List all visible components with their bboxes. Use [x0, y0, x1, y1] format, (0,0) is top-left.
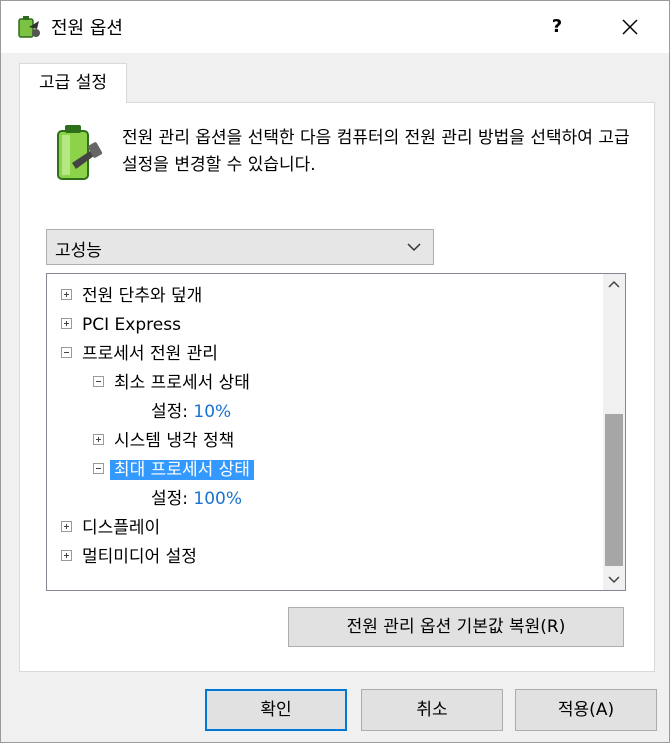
- tree-item-label: 프로세서 전원 관리: [82, 344, 218, 364]
- apply-button[interactable]: 적용(A): [515, 689, 657, 731]
- scroll-up-button[interactable]: [603, 274, 625, 296]
- tree-item-max-processor-state[interactable]: 최대 프로세서 상태: [93, 456, 254, 484]
- help-button[interactable]: ?: [535, 5, 579, 49]
- collapse-icon[interactable]: [93, 375, 104, 387]
- tree-item-processor-power[interactable]: 프로세서 전원 관리: [61, 340, 218, 368]
- tree-item-min-processor-state[interactable]: 최소 프로세서 상태: [93, 369, 250, 397]
- power-plan-select[interactable]: 고성능: [46, 229, 434, 265]
- setting-value[interactable]: 100%: [193, 489, 242, 509]
- expand-icon[interactable]: [93, 433, 104, 445]
- tree-item-min-setting[interactable]: 설정: 10%: [151, 398, 231, 426]
- expand-icon[interactable]: [61, 549, 72, 561]
- expand-icon[interactable]: [61, 288, 72, 300]
- ok-button[interactable]: 확인: [205, 689, 347, 731]
- setting-label: 설정:: [151, 489, 189, 509]
- description-text: 전원 관리 옵션을 선택한 다음 컴퓨터의 전원 관리 방법을 선택하여 고급 …: [122, 128, 630, 175]
- restore-defaults-button[interactable]: 전원 관리 옵션 기본값 복원(R): [288, 607, 624, 647]
- collapse-icon[interactable]: [93, 462, 104, 474]
- tree-item-cooling-policy[interactable]: 시스템 냉각 정책: [93, 427, 234, 455]
- tree-item-label: 디스플레이: [82, 518, 161, 538]
- tree-item-label: 시스템 냉각 정책: [114, 431, 235, 451]
- tab-advanced-settings[interactable]: 고급 설정: [19, 63, 127, 103]
- tree-item-display[interactable]: 디스플레이: [61, 514, 160, 542]
- scroll-down-button[interactable]: [603, 568, 625, 590]
- tree-item-label: 최소 프로세서 상태: [114, 373, 250, 393]
- title-bar: 전원 옵션 ?: [1, 1, 669, 53]
- tree-item-multimedia[interactable]: 멀티미디어 설정: [61, 543, 197, 571]
- chevron-down-icon: [608, 576, 620, 584]
- expand-icon[interactable]: [61, 520, 72, 532]
- tree-item-label-selected: 최대 프로세서 상태: [110, 460, 254, 480]
- tree-item-pci-express[interactable]: PCI Express: [61, 311, 181, 339]
- tree-item-label: 멀티미디어 설정: [82, 547, 197, 567]
- tree-item-max-setting[interactable]: 설정: 100%: [151, 485, 242, 513]
- power-options-icon: [18, 16, 40, 38]
- advanced-settings-panel: 전원 관리 옵션을 선택한 다음 컴퓨터의 전원 관리 방법을 선택하여 고급 …: [19, 102, 655, 672]
- tree-item-label: PCI Express: [82, 315, 181, 335]
- setting-label: 설정:: [151, 402, 189, 422]
- vertical-scrollbar[interactable]: [603, 274, 625, 590]
- setting-value[interactable]: 10%: [193, 402, 231, 422]
- tree-item-label: 전원 단추와 덮개: [82, 286, 203, 306]
- power-options-dialog: 전원 옵션 ? 고급 설정 전원 관리 옵션을 선택한 다음 컴퓨터의 전원 관…: [0, 0, 670, 743]
- window-title: 전원 옵션: [51, 18, 123, 39]
- power-plan-value: 고성능: [55, 241, 102, 261]
- scroll-thumb[interactable]: [605, 414, 623, 566]
- close-button[interactable]: [605, 5, 655, 49]
- tree-item-power-buttons[interactable]: 전원 단추와 덮개: [61, 282, 202, 310]
- expand-icon[interactable]: [61, 317, 72, 329]
- settings-tree[interactable]: 전원 단추와 덮개 PCI Express 프로세서 전원 관리 최소 프로세서…: [46, 273, 626, 591]
- cancel-button[interactable]: 취소: [361, 689, 503, 731]
- chevron-down-icon: [407, 243, 421, 252]
- battery-icon: [57, 125, 103, 180]
- chevron-up-icon: [608, 280, 620, 288]
- close-icon: [622, 19, 638, 35]
- collapse-icon[interactable]: [61, 346, 72, 358]
